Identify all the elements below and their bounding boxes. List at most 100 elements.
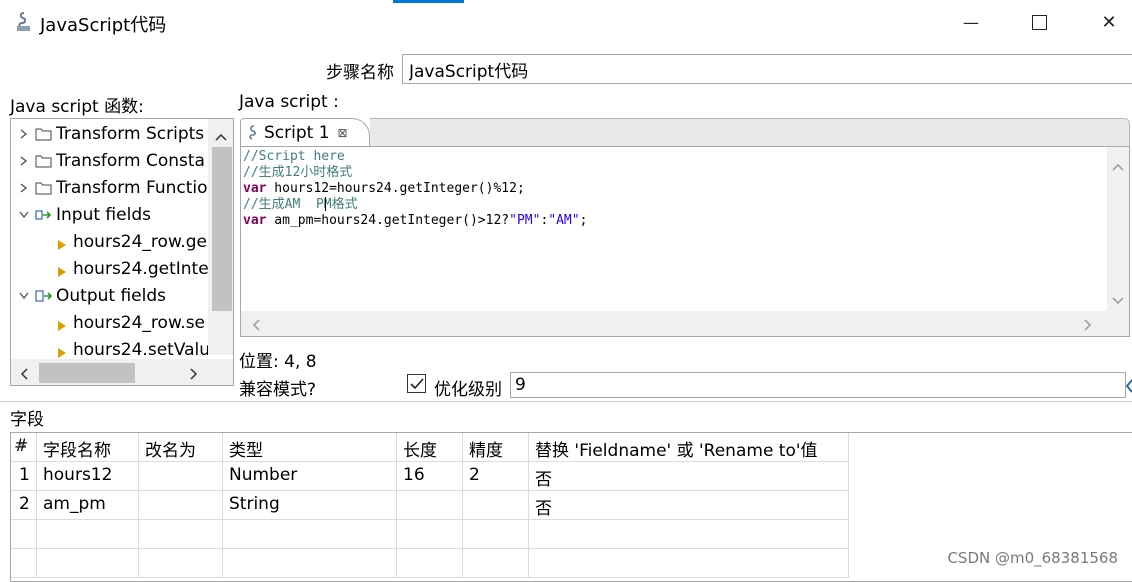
script-editor[interactable]: //Script here //生成12小时格式 var hours12=hou…	[240, 146, 1130, 337]
table-cell-index[interactable]: 2	[11, 491, 37, 520]
table-cell-empty[interactable]	[463, 549, 529, 578]
table-cell-empty[interactable]	[529, 520, 849, 549]
table-cell-empty[interactable]	[11, 549, 37, 578]
watermark: CSDN @m0_68381568	[947, 549, 1118, 567]
tree-item-input-fields[interactable]: Input fields	[17, 201, 151, 228]
table-cell-replace[interactable]: 否	[529, 462, 849, 491]
minimize-button[interactable]: —	[948, 6, 994, 38]
optimize-level-label: 优化级别	[434, 380, 502, 400]
code-line-4: //生成AM PM格式	[243, 197, 358, 212]
tab-script-1[interactable]: Script 1 ⊠	[240, 118, 370, 147]
scroll-up-arrow-icon[interactable]	[214, 127, 228, 147]
script-label: Java script :	[239, 92, 339, 112]
table-cell-precision[interactable]	[463, 491, 529, 520]
functions-label: Java script 函数:	[10, 97, 144, 117]
variable-marker-icon[interactable]	[1125, 378, 1132, 398]
tree-item-label: hours24_row.se	[73, 312, 206, 333]
column-header-field-name[interactable]: 字段名称	[37, 433, 139, 462]
optimize-level-input[interactable]	[510, 372, 1126, 398]
tree-item-transform-scripts[interactable]: Transform Scripts	[17, 120, 204, 147]
code-content[interactable]: //Script here //生成12小时格式 var hours12=hou…	[243, 149, 587, 229]
table-cell-empty[interactable]	[463, 520, 529, 549]
step-name-label: 步骤名称	[326, 63, 394, 83]
close-button[interactable]: ✕	[1086, 6, 1132, 38]
code-line-5: am_pm=hours24.getInteger()>12?	[266, 213, 510, 228]
table-cell-rename-to[interactable]	[139, 491, 223, 520]
section-divider	[0, 401, 1132, 402]
scroll-right-arrow-icon[interactable]	[1083, 317, 1093, 336]
scroll-down-arrow-icon[interactable]	[1111, 291, 1125, 311]
table-cell-length[interactable]	[397, 491, 463, 520]
functions-tree[interactable]: Transform Scripts Transform Consta Trans…	[10, 118, 234, 386]
tree-item-hours24-row-set[interactable]: hours24_row.se	[57, 309, 205, 336]
table-cell-empty[interactable]	[37, 549, 139, 578]
maximize-button[interactable]	[1016, 6, 1062, 38]
scroll-up-arrow-icon[interactable]	[1111, 157, 1125, 177]
tab-strip	[370, 118, 1130, 147]
sort-up-icon	[17, 433, 27, 453]
column-header-precision[interactable]: 精度	[463, 433, 529, 462]
table-cell-type[interactable]: Number	[223, 462, 397, 491]
table-cell-empty[interactable]	[397, 520, 463, 549]
column-header-rename-to[interactable]: 改名为	[139, 433, 223, 462]
chevron-right-icon[interactable]	[17, 181, 31, 195]
step-name-input[interactable]	[402, 54, 1132, 84]
table-cell-rename-to[interactable]	[139, 462, 223, 491]
code-line-2: //生成12小时格式	[243, 165, 353, 180]
chevron-down-icon[interactable]	[17, 289, 31, 303]
chevron-down-icon[interactable]	[17, 208, 31, 222]
maximize-icon	[1031, 14, 1047, 30]
tab-label: Script 1	[264, 123, 330, 143]
table-cell-replace[interactable]: 否	[529, 491, 849, 520]
table-cell-empty[interactable]	[397, 549, 463, 578]
title-accent-bar	[393, 0, 464, 3]
table-cell-empty[interactable]	[223, 549, 397, 578]
tree-item-output-fields[interactable]: Output fields	[17, 282, 166, 309]
column-header-type[interactable]: 类型	[223, 433, 397, 462]
code-keyword: var	[243, 213, 267, 228]
window-title: JavaScript代码	[40, 15, 167, 36]
scroll-left-arrow-icon[interactable]	[251, 317, 261, 336]
table-cell-length[interactable]: 16	[397, 462, 463, 491]
table-cell-empty[interactable]	[11, 520, 37, 549]
tree-item-label: hours24.getInte	[73, 258, 209, 279]
tree-item-label: hours24.setValu	[73, 339, 211, 360]
tree-item-label: Transform Scripts	[56, 123, 205, 144]
tree-item-hours24-getinteger[interactable]: hours24.getInte	[57, 255, 209, 282]
code-line-3: hours12=hours24.getInteger()%12;	[266, 181, 525, 196]
editor-horizontal-scrollbar[interactable]	[241, 311, 1129, 336]
close-icon: ✕	[1101, 11, 1117, 33]
field-leaf-icon	[57, 344, 67, 358]
table-cell-empty[interactable]	[223, 520, 397, 549]
scroll-left-arrow-icon[interactable]	[19, 366, 29, 385]
chevron-right-icon[interactable]	[17, 127, 31, 141]
tree-item-label: Transform Functio	[56, 177, 208, 198]
optimize-checkbox[interactable]	[407, 374, 426, 393]
tree-item-transform-constants[interactable]: Transform Consta	[17, 147, 205, 174]
folder-icon	[35, 153, 53, 169]
table-cell-empty[interactable]	[139, 520, 223, 549]
compat-mode-label: 兼容模式?	[239, 380, 317, 400]
table-cell-type[interactable]: String	[223, 491, 397, 520]
code-semicolon: ;	[579, 213, 588, 228]
tree-item-transform-functions[interactable]: Transform Functio	[17, 174, 208, 201]
table-cell-index[interactable]: 1	[11, 462, 37, 491]
column-header-length[interactable]: 长度	[397, 433, 463, 462]
tree-item-hours24-row-get[interactable]: hours24_row.ge	[57, 228, 207, 255]
folder-icon	[35, 126, 53, 142]
script-icon	[247, 125, 259, 141]
column-header-replace[interactable]: 替换 'Fieldname' 或 'Rename to'值	[529, 433, 849, 462]
table-cell-field-name[interactable]: am_pm	[37, 491, 139, 520]
scroll-right-arrow-icon[interactable]	[189, 366, 199, 385]
table-cell-empty[interactable]	[529, 549, 849, 578]
table-cell-precision[interactable]: 2	[463, 462, 529, 491]
chevron-right-icon[interactable]	[17, 154, 31, 168]
tree-horizontal-scroll-thumb[interactable]	[39, 363, 135, 383]
table-cell-field-name[interactable]: hours12	[37, 462, 139, 491]
tree-item-label: Transform Consta	[56, 150, 205, 171]
field-leaf-icon	[57, 236, 67, 250]
tree-vertical-scroll-thumb[interactable]	[212, 147, 232, 311]
tab-close-icon[interactable]: ⊠	[338, 126, 348, 140]
table-cell-empty[interactable]	[139, 549, 223, 578]
table-cell-empty[interactable]	[37, 520, 139, 549]
